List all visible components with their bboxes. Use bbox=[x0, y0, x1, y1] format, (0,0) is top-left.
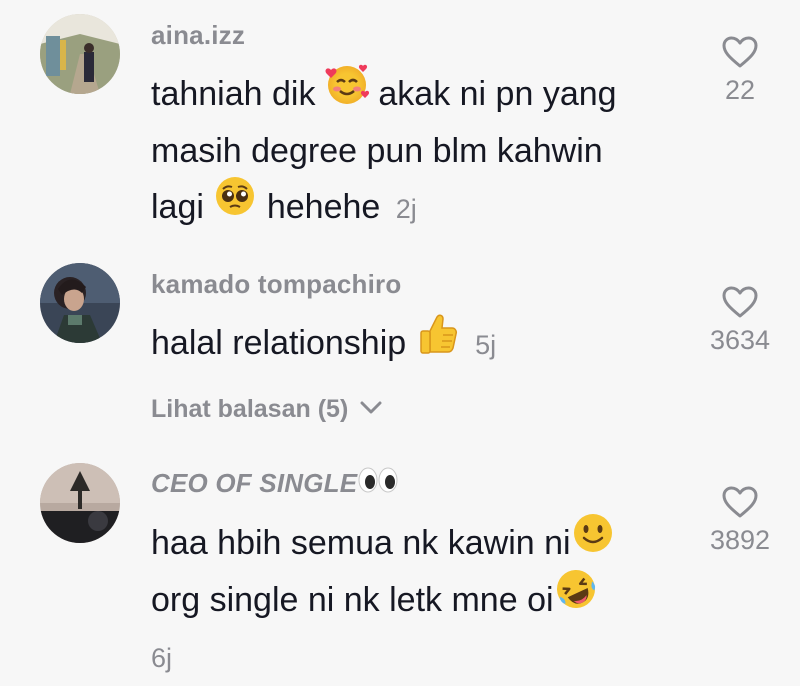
chevron-down-icon[interactable] bbox=[359, 400, 383, 416]
smiling-face-with-hearts-icon bbox=[325, 62, 370, 123]
comment-line: org single ni nk letk mne oi bbox=[151, 570, 691, 629]
heart-icon[interactable] bbox=[721, 35, 759, 69]
timestamp: 5j bbox=[475, 330, 497, 360]
heart-icon[interactable] bbox=[721, 485, 759, 519]
timestamp: 2j bbox=[395, 193, 417, 224]
view-replies-button[interactable]: Lihat balasan (5) bbox=[151, 395, 383, 424]
comment-text-segment: lagi bbox=[151, 187, 204, 226]
avatar[interactable] bbox=[40, 14, 120, 94]
username[interactable]: aina.izz bbox=[151, 20, 245, 51]
thumbs-up-icon bbox=[416, 311, 460, 372]
comment-line: 6j bbox=[151, 628, 691, 686]
comment-text-segment: haa hbih semua nk kawin ni bbox=[151, 524, 571, 562]
view-replies-label[interactable]: Lihat balasan (5) bbox=[151, 395, 348, 423]
comment-text-segment: tahniah dik bbox=[151, 75, 316, 113]
avatar[interactable] bbox=[40, 463, 120, 543]
comment-line: haa hbih semua nk kawin ni bbox=[151, 513, 691, 572]
timestamp: 6j bbox=[151, 643, 173, 674]
comment-text-segment: akak ni pn yang bbox=[378, 75, 617, 113]
like-button[interactable]: 3634 bbox=[690, 285, 790, 356]
like-count: 3892 bbox=[709, 525, 771, 555]
like-count: 22 bbox=[724, 75, 756, 105]
username[interactable]: CEO OF SINGLE bbox=[151, 466, 399, 501]
comment-text: tahniah dik akak ni pn yang masih degree… bbox=[151, 64, 691, 237]
like-count: 3634 bbox=[709, 325, 771, 355]
rolling-on-floor-laughing-icon bbox=[554, 567, 598, 628]
eyes-icon bbox=[357, 466, 399, 501]
like-button[interactable]: 22 bbox=[690, 35, 790, 106]
comment-text-segment: halal relationship bbox=[151, 324, 407, 362]
comment-line: masih degree pun blm kahwin bbox=[151, 131, 603, 170]
comment-text-segment: org single ni nk letk mne oi bbox=[151, 580, 554, 619]
pleading-face-icon bbox=[213, 174, 257, 235]
heart-icon[interactable] bbox=[721, 285, 759, 319]
comment-text: halal relationship 5j bbox=[151, 314, 691, 373]
comment-text: haa hbih semua nk kawin ni org single ni… bbox=[151, 513, 691, 686]
username[interactable]: kamado tompachiro bbox=[151, 269, 401, 300]
slightly-smiling-face-icon bbox=[571, 511, 615, 572]
like-button[interactable]: 3892 bbox=[690, 485, 790, 556]
username-text[interactable]: CEO OF SINGLE bbox=[151, 468, 357, 498]
avatar[interactable] bbox=[40, 263, 120, 343]
comment-text-segment: hehehe bbox=[266, 187, 381, 226]
comment-line: tahniah dik akak ni pn yang bbox=[151, 64, 691, 123]
comment-line: lagi hehehe 2j bbox=[151, 177, 691, 237]
